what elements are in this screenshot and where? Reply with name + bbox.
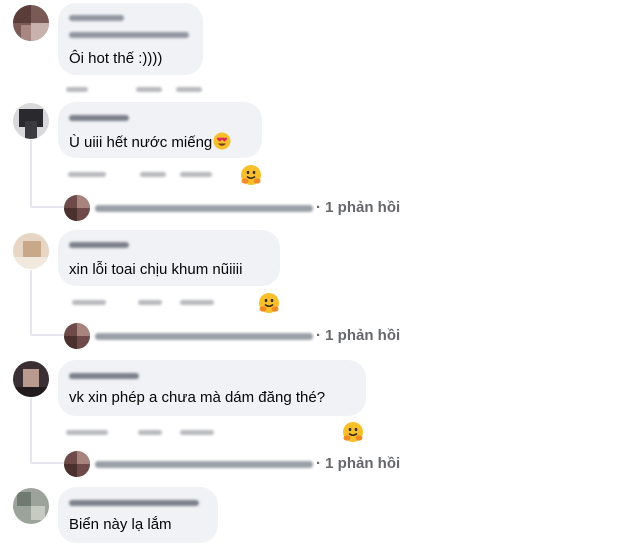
reply-link[interactable] <box>180 172 212 177</box>
reply-avatar[interactable] <box>64 323 90 349</box>
author-name[interactable] <box>69 500 199 506</box>
thread-connector <box>30 334 64 336</box>
avatar[interactable] <box>13 233 49 269</box>
reply-count-label: 1 phản hồi <box>325 199 401 216</box>
replies-link[interactable]: · 1 phản hồi <box>316 199 400 216</box>
reply-avatar[interactable] <box>64 451 90 477</box>
comment-text-content: Ù uiii hết nước miếng <box>69 134 213 151</box>
hugging-face-icon[interactable] <box>342 421 364 443</box>
reply-count-label: 1 phản hồi <box>325 455 401 472</box>
comment-text: xin lỗi toai chịu khum nũiiii <box>69 261 243 278</box>
replies-link[interactable]: · 1 phản hồi <box>316 327 400 344</box>
comment-text: Biển này lạ lắm <box>69 516 172 533</box>
thread-line <box>30 398 32 462</box>
author-name[interactable] <box>69 15 124 21</box>
author-name[interactable] <box>69 32 189 38</box>
comment-text: Ôi hot thế :)))) <box>69 50 163 67</box>
reply-count-label: 1 phản hồi <box>325 327 401 344</box>
heart-eyes-icon <box>213 132 231 150</box>
separator: · <box>316 327 321 344</box>
thread-line <box>30 270 32 334</box>
avatar[interactable] <box>13 103 49 139</box>
comment-text: vk xin phép a chưa mà dám đăng thé? <box>69 389 326 406</box>
thread-connector <box>30 206 64 208</box>
like-link[interactable] <box>138 300 162 305</box>
comment-bubble: vk xin phép a chưa mà dám đăng thé? <box>58 360 366 416</box>
reply-authors[interactable] <box>95 333 313 340</box>
hugging-face-icon[interactable] <box>258 292 280 314</box>
thread-line <box>30 140 32 206</box>
reply-link[interactable] <box>176 87 202 92</box>
comment-bubble: Ôi hot thế :)))) <box>58 3 203 75</box>
like-link[interactable] <box>136 87 162 92</box>
reply-link[interactable] <box>180 430 214 435</box>
like-link[interactable] <box>138 430 162 435</box>
reply-authors[interactable] <box>95 205 313 212</box>
separator: · <box>316 199 321 216</box>
comment-text: Ù uiii hết nước miếng <box>69 132 231 152</box>
avatar[interactable] <box>13 361 49 397</box>
like-link[interactable] <box>140 172 166 177</box>
replies-link[interactable]: · 1 phản hồi <box>316 455 400 472</box>
thread-connector <box>30 462 64 464</box>
author-name[interactable] <box>69 242 129 248</box>
comment-bubble: Ù uiii hết nước miếng <box>58 102 262 158</box>
author-name[interactable] <box>69 115 129 121</box>
comment-meta[interactable] <box>72 300 106 305</box>
reply-link[interactable] <box>180 300 214 305</box>
avatar[interactable] <box>13 5 49 41</box>
reply-authors[interactable] <box>95 461 313 468</box>
separator: · <box>316 455 321 472</box>
comment-meta[interactable] <box>66 430 108 435</box>
author-name[interactable] <box>69 373 139 379</box>
reply-avatar[interactable] <box>64 195 90 221</box>
comment-bubble: Biển này lạ lắm <box>58 487 218 543</box>
hugging-face-icon[interactable] <box>240 164 262 186</box>
comment-meta[interactable] <box>66 87 88 92</box>
comment-meta[interactable] <box>68 172 106 177</box>
avatar[interactable] <box>13 488 49 524</box>
comment-bubble: xin lỗi toai chịu khum nũiiii <box>58 230 280 286</box>
